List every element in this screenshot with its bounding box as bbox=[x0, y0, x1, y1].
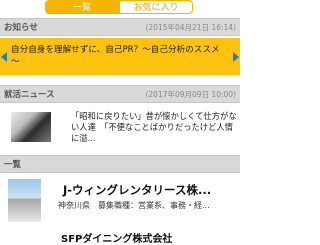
notices-header: お知らせ (2015年04月21日 16:14) bbox=[0, 18, 240, 36]
news-text: 「昭和に戻りたい」昔が懐かしくて仕方がない人達 「不便なことばかりだったけど人情… bbox=[71, 111, 237, 143]
news-header: 就活ニュース (2017年09月09日 10:00) bbox=[0, 85, 240, 103]
news-date: (2017年09月09日 10:00) bbox=[145, 90, 236, 99]
notices-date: (2015年04月21日 16:14) bbox=[145, 23, 236, 32]
notice-banner[interactable]: 自分自身を理解せずに、自己PR？～自己分析のススメ～ bbox=[0, 38, 240, 75]
arrow-right-icon[interactable] bbox=[233, 52, 239, 62]
listing-header: 一覧 bbox=[0, 155, 240, 173]
news-title: 就活ニュース bbox=[4, 90, 55, 100]
notice-text: 自分自身を理解せずに、自己PR？～自己分析のススメ～ bbox=[11, 45, 220, 67]
company-thumbnail bbox=[8, 179, 41, 222]
tab-favorites[interactable]: お気に入り bbox=[119, 0, 193, 14]
listing-title: 一覧 bbox=[4, 160, 22, 170]
company-list-item[interactable]: SFPダイニング株式会社 bbox=[0, 228, 240, 245]
company-list-item[interactable]: J-ウィングレンタリース株... 神奈川県 募集職種：営業系、事務・経... bbox=[0, 173, 240, 228]
tab-list[interactable]: 一覧 bbox=[45, 0, 119, 14]
company-name: SFPダイニング株式会社 bbox=[61, 234, 173, 245]
company-name: J-ウィングレンタリース株... bbox=[63, 183, 212, 197]
tab-bar: 一覧 お気に入り bbox=[0, 0, 240, 18]
arrow-left-icon[interactable] bbox=[1, 52, 7, 62]
notices-title: お知らせ bbox=[4, 23, 38, 33]
news-thumbnail bbox=[11, 112, 51, 142]
company-detail: 神奈川県 募集職種：営業系、事務・経... bbox=[58, 201, 210, 210]
news-item[interactable]: 「昭和に戻りたい」昔が懐かしくて仕方がない人達 「不便なことばかりだったけど人情… bbox=[0, 103, 240, 149]
